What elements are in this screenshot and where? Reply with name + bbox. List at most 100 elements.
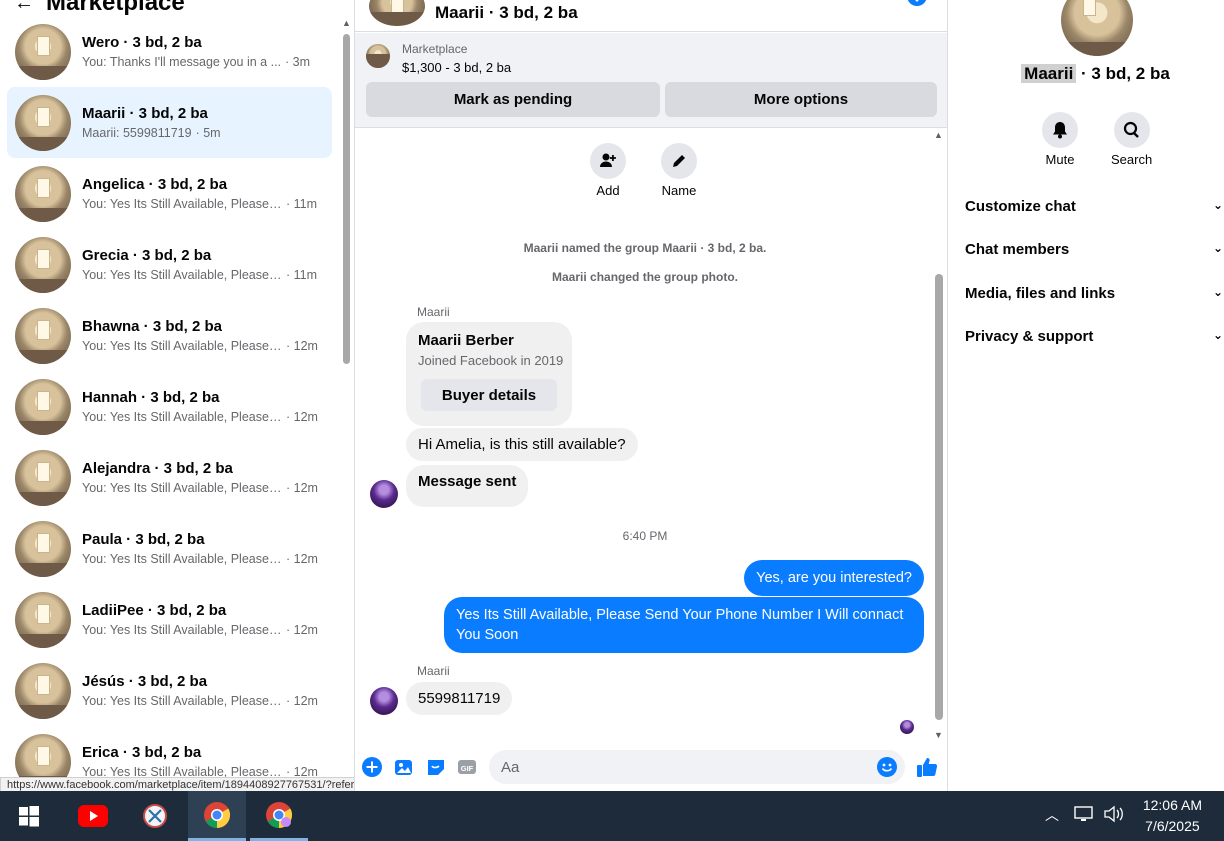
- clock-time: 12:06 AM: [1142, 797, 1202, 813]
- gif-icon[interactable]: GIF: [457, 757, 477, 777]
- section-chat-members[interactable]: Chat members ⌄: [965, 241, 1224, 258]
- listing-label: Marketplace: [402, 42, 468, 56]
- conversation-row[interactable]: Paula · 3 bd, 2 ba You: Yes Its Still Ava…: [7, 513, 332, 584]
- pencil-icon: [661, 143, 697, 179]
- message-input[interactable]: [489, 750, 905, 784]
- chat-header-name[interactable]: Maarii · 3 bd, 2 ba: [435, 3, 578, 23]
- preview-snippet: Maarii: 5599811719: [82, 125, 192, 140]
- outgoing-message[interactable]: Yes Its Still Available, Please Send You…: [444, 597, 924, 653]
- group-title: Maarii · 3 bd, 2 ba: [949, 64, 1224, 84]
- conversation-preview: You: Yes Its Still Available, Please ...…: [82, 692, 318, 710]
- scrollbar-thumb[interactable]: [935, 274, 943, 720]
- incoming-message[interactable]: 5599811719: [406, 682, 513, 715]
- system-message-named: Maarii named the group Maarii · 3 bd, 2 …: [523, 241, 767, 255]
- emoji-icon[interactable]: [877, 757, 897, 777]
- preview-snippet: You: Yes Its Still Available, Please ...: [82, 551, 282, 566]
- clock-date: 7/6/2025: [1145, 818, 1200, 834]
- chat-header: Maarii · 3 bd, 2 ba: [355, 0, 947, 32]
- conversation-row[interactable]: Wero · 3 bd, 2 ba You: Thanks I'll messag…: [7, 16, 332, 87]
- sender-avatar[interactable]: [370, 687, 398, 715]
- sticker-icon[interactable]: [426, 757, 446, 777]
- volume-icon[interactable]: [1103, 805, 1125, 826]
- listing-price[interactable]: $1,300 - 3 bd, 2 ba: [402, 60, 511, 75]
- chevron-down-icon: ⌄: [1212, 198, 1223, 212]
- conversation-preview: You: Yes Its Still Available, Please ...…: [82, 266, 317, 284]
- preview-time: · 12m: [286, 480, 318, 495]
- conversation-row[interactable]: Angelica · 3 bd, 2 ba You: Yes Its Still …: [7, 158, 332, 229]
- conversation-preview: You: Yes Its Still Available, Please ...…: [82, 479, 318, 497]
- buyer-details-button[interactable]: Buyer details: [421, 379, 557, 411]
- chrome-app-active[interactable]: [188, 791, 246, 841]
- preview-snippet: You: Yes Its Still Available, Please ...: [82, 480, 282, 495]
- seen-indicator-avatar: [900, 720, 914, 734]
- conversation-row[interactable]: Jésús · 3 bd, 2 ba You: Yes Its Still Ava…: [7, 655, 332, 726]
- group-avatar[interactable]: [1061, 0, 1133, 56]
- conversation-name: Angelica · 3 bd, 2 ba: [82, 175, 228, 193]
- conversation-avatar: [15, 23, 71, 80]
- chat-scrollbar[interactable]: ▲ ▼: [933, 130, 945, 740]
- name-group-action[interactable]: Name: [661, 143, 697, 198]
- chat-info-panel: Maarii · 3 bd, 2 ba Mute Search Customiz…: [949, 0, 1224, 791]
- conversation-row[interactable]: LadiiPee · 3 bd, 2 ba You: Yes Its Still …: [7, 584, 332, 655]
- network-icon[interactable]: [1074, 805, 1094, 826]
- info-icon[interactable]: [907, 0, 927, 6]
- conversation-text: Maarii · 3 bd, 2 ba Maarii: 5599811719 · 5…: [82, 104, 221, 142]
- chat-avatar[interactable]: [369, 0, 425, 26]
- scrollbar-thumb[interactable]: [343, 34, 350, 364]
- system-clock[interactable]: 12:06 AM 7/6/2025: [1143, 795, 1202, 837]
- svg-text:GIF: GIF: [461, 764, 474, 773]
- back-arrow-icon[interactable]: ←: [14, 0, 34, 15]
- conversation-row[interactable]: Hannah · 3 bd, 2 ba You: Yes Its Still Av…: [7, 371, 332, 442]
- conversation-row[interactable]: Bhawna · 3 bd, 2 ba You: Yes Its Still Av…: [7, 300, 332, 371]
- conversation-row[interactable]: Grecia · 3 bd, 2 ba You: Yes Its Still Av…: [7, 229, 332, 300]
- preview-snippet: You: Yes Its Still Available, Please ...: [82, 622, 282, 637]
- scroll-down-arrow-icon[interactable]: ▼: [934, 730, 943, 740]
- conversation-preview: You: Yes Its Still Available, Please ...…: [82, 621, 318, 639]
- chrome-app[interactable]: [250, 791, 308, 841]
- section-customize-chat[interactable]: Customize chat ⌄: [965, 198, 1224, 215]
- search-action[interactable]: Search: [1111, 112, 1152, 167]
- conversation-name: Erica · 3 bd, 2 ba: [82, 743, 202, 761]
- preview-snippet: You: Thanks I'll message you in a ...: [82, 54, 282, 69]
- conversation-text: LadiiPee · 3 bd, 2 ba You: Yes Its Still …: [82, 601, 318, 639]
- chrome-icon: [266, 801, 293, 828]
- photo-icon[interactable]: [394, 757, 414, 777]
- more-options-button[interactable]: More options: [665, 82, 937, 117]
- preview-time: · 12m: [286, 338, 318, 353]
- windows-taskbar: ︿ 12:06 AM 7/6/2025: [0, 791, 1224, 841]
- conversation-row[interactable]: Maarii · 3 bd, 2 ba Maarii: 5599811719 · 5…: [7, 87, 332, 158]
- preview-time: · 3m: [285, 54, 311, 69]
- conversation-avatar: [15, 236, 71, 293]
- sender-avatar[interactable]: [370, 480, 398, 508]
- youtube-app[interactable]: [64, 791, 122, 841]
- snipping-tool-app[interactable]: [126, 791, 184, 841]
- section-privacy-support[interactable]: Privacy & support ⌄: [965, 328, 1224, 345]
- scroll-up-arrow-icon[interactable]: ▲: [342, 18, 351, 28]
- preview-snippet: You: Yes Its Still Available, Please ...: [82, 409, 282, 424]
- conversation-text: Angelica · 3 bd, 2 ba You: Yes Its Still …: [82, 175, 317, 213]
- listing-thumbnail[interactable]: [366, 44, 390, 68]
- add-member-action[interactable]: Add: [590, 143, 626, 198]
- chevron-up-icon[interactable]: ︿: [1045, 805, 1059, 825]
- conversation-avatar: [15, 520, 71, 577]
- preview-snippet: You: Yes Its Still Available, Please ...: [82, 338, 282, 353]
- conversation-row[interactable]: Alejandra · 3 bd, 2 ba You: Yes Its Still…: [7, 442, 332, 513]
- conversation-preview: You: Yes Its Still Available, Please ...…: [82, 408, 318, 426]
- incoming-message[interactable]: Hi Amelia, is this still available?: [406, 428, 638, 461]
- mute-action[interactable]: Mute: [1042, 112, 1078, 167]
- preview-snippet: You: Yes Its Still Available, Please ...: [82, 267, 282, 282]
- conversation-sidebar: ← Marketplace Wero · 3 bd, 2 ba You: Than…: [0, 0, 354, 791]
- message-sent-bubble[interactable]: Message sent: [406, 465, 529, 507]
- conversation-text: Jésús · 3 bd, 2 ba You: Yes Its Still Ava…: [82, 672, 318, 710]
- buyer-profile-card: Maarii Berber Joined Facebook in 2019 Bu…: [406, 322, 572, 426]
- thumbs-up-icon[interactable]: [916, 756, 938, 778]
- conversation-text: Erica · 3 bd, 2 ba You: Yes Its Still Ava…: [82, 743, 318, 781]
- plus-circle-icon[interactable]: [362, 757, 382, 777]
- outgoing-message[interactable]: Yes, are you interested?: [744, 560, 924, 596]
- sidebar-scrollbar[interactable]: ▲: [341, 18, 353, 778]
- start-button[interactable]: [0, 791, 58, 841]
- conversation-avatar: [15, 165, 71, 222]
- scroll-up-arrow-icon[interactable]: ▲: [934, 130, 943, 140]
- section-media-files-links[interactable]: Media, files and links ⌄: [965, 285, 1224, 302]
- mark-as-pending-button[interactable]: Mark as pending: [366, 82, 660, 117]
